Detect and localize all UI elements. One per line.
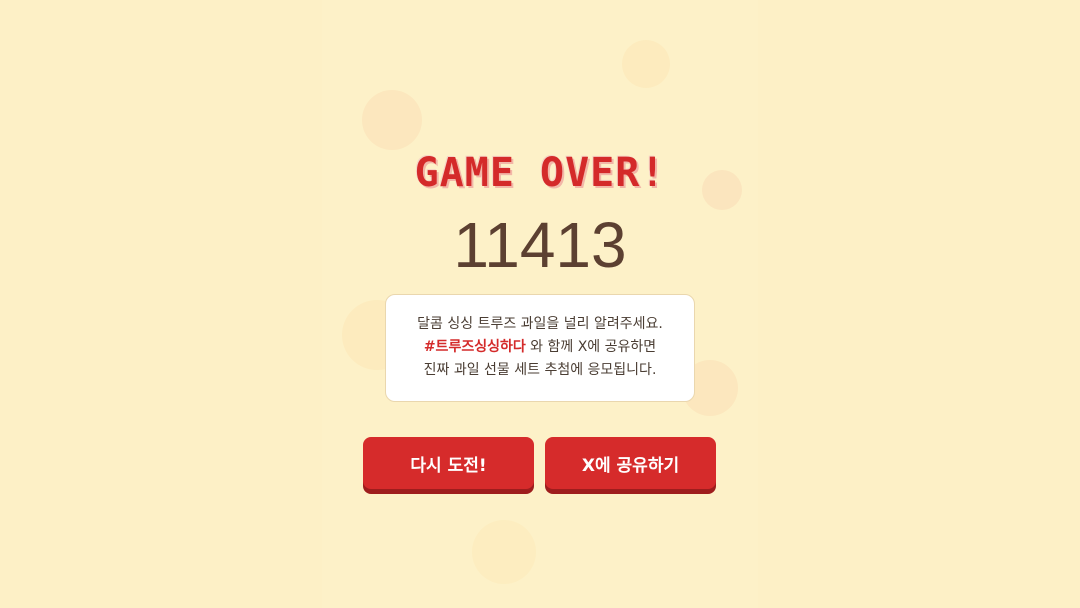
final-score: 11413 bbox=[453, 209, 627, 281]
share-on-x-button[interactable]: X에 공유하기 bbox=[545, 437, 716, 489]
outer-background-left bbox=[0, 0, 322, 608]
message-line-3: 진짜 과일 선물 세트 추첨에 응모됩니다. bbox=[423, 362, 657, 378]
message-line-1: 달콤 싱싱 트루즈 과일을 널리 알려주세요. bbox=[417, 316, 663, 332]
message-line-2: #트루즈싱싱하다 와 함께 X에 공유하면 bbox=[386, 336, 694, 359]
outer-background-right bbox=[758, 0, 1080, 608]
share-message-card: 달콤 싱싱 트루즈 과일을 널리 알려주세요. #트루즈싱싱하다 와 함께 X에… bbox=[385, 294, 695, 402]
message-line-2-rest: 와 함께 X에 공유하면 bbox=[530, 339, 657, 355]
retry-button[interactable]: 다시 도전! bbox=[363, 437, 534, 489]
game-over-title: GAME OVER! bbox=[414, 150, 666, 196]
hashtag-text: #트루즈싱싱하다 bbox=[423, 339, 526, 355]
